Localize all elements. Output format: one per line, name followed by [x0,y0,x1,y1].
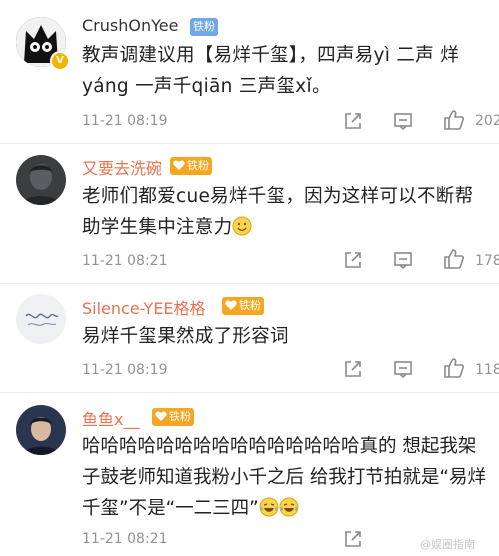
username[interactable]: Silence-YEE格格 [82,295,206,319]
heart-icon [155,411,167,421]
like-count: 202 [475,113,499,129]
share-icon[interactable] [342,249,364,271]
thumbs-up-icon[interactable] [442,247,466,271]
comment-icon[interactable] [392,358,414,380]
comment-text: 老师们都爱cue易烊千玺，因为这样可以不断帮助学生集中注意力 [82,181,492,243]
person-avatar-icon [16,155,66,205]
username[interactable]: CrushOnYee [82,16,178,35]
divider [0,283,499,284]
comment-icon[interactable] [392,110,414,132]
like-count: 118 [475,362,499,378]
avatar[interactable] [16,405,66,455]
laugh-cry-emoji [279,497,299,517]
comment-text: 哈哈哈哈哈哈哈哈哈哈哈哈哈哈哈真的 想起我架子鼓老师知道我粉小千之后 给我打节拍… [82,431,492,524]
comment-icon[interactable] [392,249,414,271]
share-icon[interactable] [342,528,364,550]
divider [0,143,499,144]
avatar[interactable] [16,294,66,344]
smile-emoji [232,216,252,236]
share-icon[interactable] [342,110,364,132]
fan-badge: 铁粉 [190,18,218,36]
divider [0,392,499,393]
fan-badge-label: 铁粉 [239,299,261,312]
username[interactable]: 鱼鱼x__ [82,406,139,430]
fan-badge-label: 铁粉 [193,20,215,33]
timestamp: 11-21 08:19 [82,113,168,129]
fan-badge: 铁粉 [222,297,264,315]
person-avatar-icon [16,405,66,455]
fan-badge: 铁粉 [152,408,194,426]
fan-badge-label: 铁粉 [187,159,209,172]
laugh-cry-emoji [259,497,279,517]
handwriting-avatar-icon [16,294,66,344]
heart-icon [173,160,185,170]
share-icon[interactable] [342,358,364,380]
thumbs-up-icon[interactable] [442,108,466,132]
fan-badge: 铁粉 [170,157,212,175]
fan-badge-label: 铁粉 [169,410,191,423]
comment-text: 教声调建议用【易烊千玺】，四声易yì 二声 烊yáng 一声千qiān 三声玺x… [82,45,460,97]
avatar[interactable] [16,155,66,205]
timestamp: 11-21 08:21 [82,531,168,547]
watermark: @娱圈指南 [420,538,475,551]
comment-text-content: 老师们都爱cue易烊千玺，因为这样可以不断帮助学生集中注意力 [82,186,474,238]
comment-text: 易烊千玺果然成了形容词 [82,326,289,347]
timestamp: 11-21 08:21 [82,253,168,269]
thumbs-up-icon[interactable] [442,356,466,380]
verified-v-icon: V [50,51,70,71]
like-count: 178 [475,253,499,269]
timestamp: 11-21 08:19 [82,362,168,378]
heart-icon [225,300,237,310]
username[interactable]: 又要去洗碗 [82,155,162,179]
